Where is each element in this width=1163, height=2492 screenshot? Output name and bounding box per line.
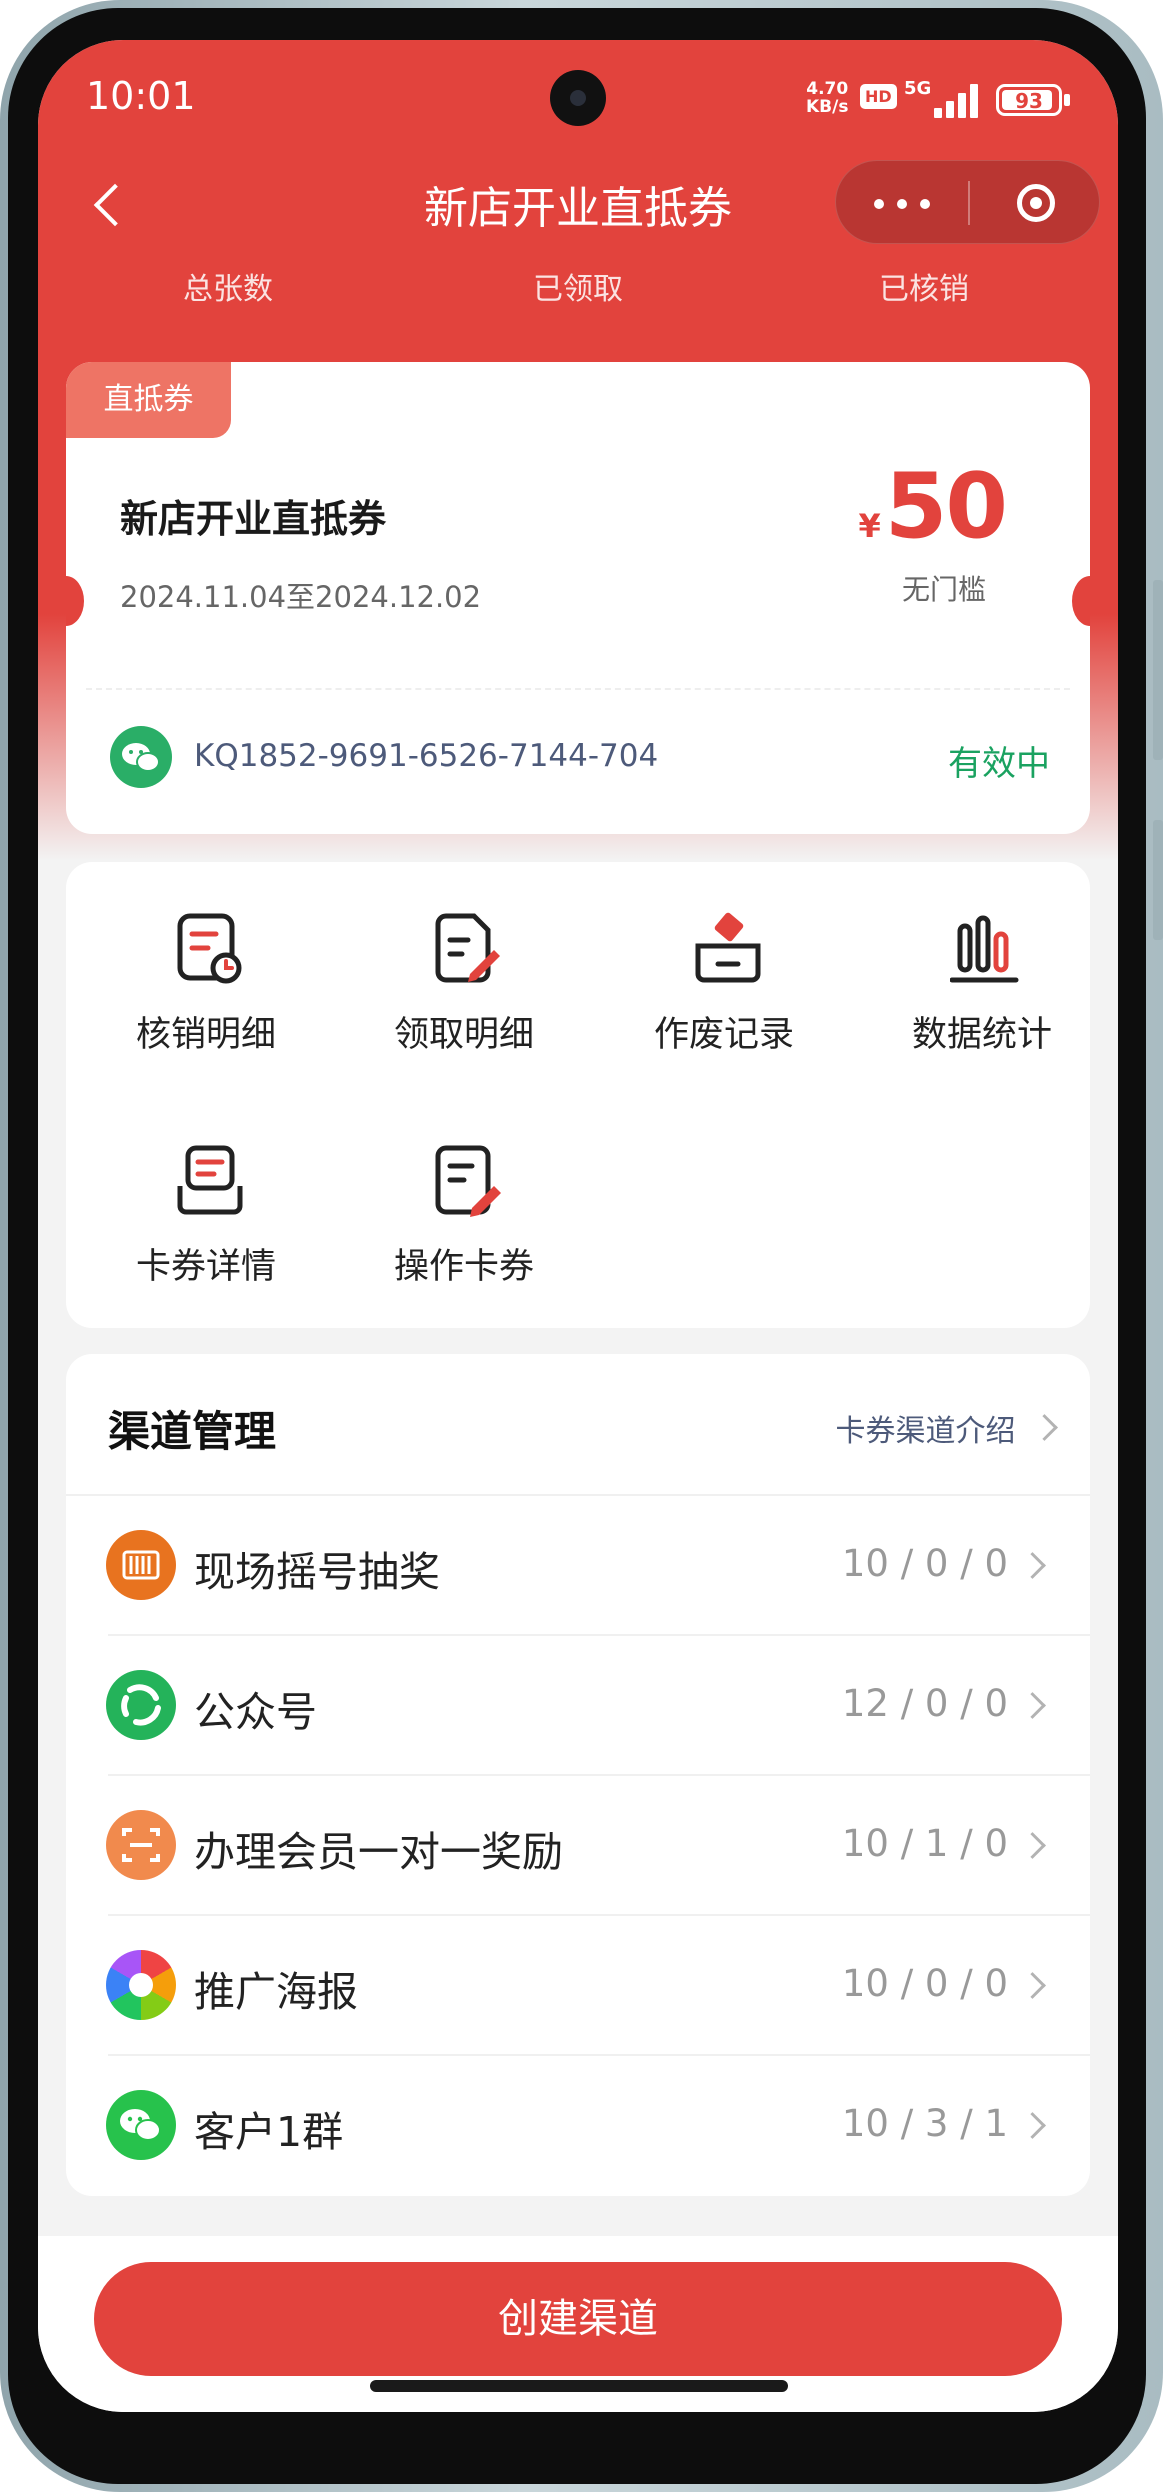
coupon-date-range: 2024.11.04至2024.12.02: [120, 580, 482, 614]
mini-program-capsule: [835, 160, 1100, 244]
channel-counts: 10 / 0 / 0: [841, 1542, 1008, 1585]
network-speed-unit: KB/s: [806, 97, 849, 117]
channel-name: 公众号: [194, 1688, 317, 1736]
screen: 10:01 4.70 KB/s HD 5G 93 新店开业直抵券 总张数 已领取…: [38, 40, 1118, 2412]
redeem-detail-icon: [177, 913, 242, 984]
channel-intro-label: 卡券渠道介绍: [835, 1414, 1016, 1449]
stat-claimed-label: 已领取: [533, 272, 623, 307]
action-label: 领取明细: [393, 1015, 534, 1055]
coupon-card: 直抵券 新店开业直抵券 2024.11.04至2024.12.02 ¥50 无门…: [66, 362, 1090, 834]
more-button[interactable]: [836, 161, 968, 245]
statistics-icon: [950, 915, 1019, 983]
chevron-right-icon: [1019, 2112, 1046, 2139]
front-camera: [550, 70, 606, 126]
action-card-detail[interactable]: 卡券详情: [86, 1142, 326, 1302]
volume-button: [1153, 580, 1163, 760]
channel-name: 推广海报: [194, 1968, 358, 2016]
network-speed: 4.70 KB/s: [806, 80, 848, 116]
claim-detail-icon: [435, 913, 500, 983]
lottery-icon: [106, 1530, 176, 1600]
coupon-currency: ¥: [858, 507, 881, 545]
coupon-separator: [86, 688, 1070, 690]
stat-total-label: 总张数: [183, 272, 273, 307]
channel-row[interactable]: 办理会员一对一奖励 10 / 1 / 0: [66, 1774, 1090, 1914]
coupon-threshold: 无门槛: [901, 573, 986, 606]
channel-counts: 10 / 3 / 1: [841, 2102, 1008, 2145]
stat-redeemed-label: 已核销: [879, 272, 969, 307]
battery-cap: [1064, 94, 1070, 106]
action-void-record[interactable]: 作废记录: [604, 910, 844, 1070]
coupon-notch-right: [1072, 576, 1090, 626]
hd-badge: HD: [860, 84, 897, 109]
channel-counts: 10 / 0 / 0: [841, 1962, 1008, 2005]
coupon-type-tag: 直抵券: [66, 362, 231, 438]
coupon-name: 新店开业直抵券: [120, 497, 387, 541]
wechat-icon: [110, 726, 172, 788]
status-bar: 10:01 4.70 KB/s HD 5G 93: [38, 40, 1118, 150]
coupon-amount: ¥50: [858, 454, 1008, 559]
coupon-code: KQ1852-9691-6526-7144-704: [194, 738, 659, 774]
home-indicator[interactable]: [370, 2380, 788, 2392]
battery-level: 93: [1015, 89, 1043, 113]
action-label: 核销明细: [135, 1015, 276, 1055]
chevron-right-icon: [1019, 1972, 1046, 1999]
channel-name: 现场摇号抽奖: [194, 1548, 440, 1596]
action-claim-detail[interactable]: 领取明细: [344, 910, 584, 1070]
coupon-value: 50: [884, 454, 1008, 559]
action-statistics[interactable]: 数据统计: [862, 910, 1102, 1070]
action-label: 作废记录: [653, 1015, 794, 1055]
member-reward-icon: [106, 1810, 176, 1880]
coupon-notch-left: [66, 576, 84, 626]
channel-row[interactable]: 客户1群 10 / 3 / 1: [66, 2054, 1090, 2194]
wechat-group-icon: [106, 2090, 176, 2160]
close-mini-program-button[interactable]: [969, 161, 1101, 245]
action-operate-card[interactable]: 操作卡券: [344, 1142, 584, 1302]
action-redeem-detail[interactable]: 核销明细: [86, 910, 326, 1070]
card-detail-icon: [177, 1145, 243, 1215]
action-label: 卡券详情: [135, 1247, 276, 1287]
battery-icon: 93: [996, 84, 1062, 116]
operate-card-icon: [435, 1145, 501, 1217]
create-channel-button[interactable]: 创建渠道: [94, 2262, 1062, 2376]
channel-row[interactable]: 公众号 12 / 0 / 0: [66, 1634, 1090, 1774]
channel-row[interactable]: 推广海报 10 / 0 / 0: [66, 1914, 1090, 2054]
channel-card: 渠道管理 卡券渠道介绍 现场摇号抽奖 10 / 0 / 0 公众号 12 / 0…: [66, 1354, 1090, 2196]
actions-card: 核销明细 领取明细 作废记录 数据统计 卡券详情 操作卡券: [66, 862, 1090, 1328]
channel-name: 客户1群: [194, 2108, 344, 2156]
action-label: 数据统计: [911, 1015, 1052, 1055]
channel-section-title: 渠道管理: [108, 1407, 277, 1456]
chevron-right-icon: [1019, 1552, 1046, 1579]
stats-row: 总张数 已领取 已核销: [38, 264, 1118, 307]
network-speed-value: 4.70: [806, 79, 849, 99]
chevron-right-icon: [1019, 1692, 1046, 1719]
channel-counts: 10 / 1 / 0: [841, 1822, 1008, 1865]
promo-poster-icon: [106, 1950, 176, 2020]
power-button: [1153, 820, 1163, 940]
signal-icon: [928, 84, 984, 118]
channel-counts: 12 / 0 / 0: [841, 1682, 1008, 1725]
void-record-icon: [695, 912, 761, 983]
channel-intro-link[interactable]: 卡券渠道介绍: [835, 1406, 1058, 1450]
channel-row[interactable]: 现场摇号抽奖 10 / 0 / 0: [66, 1494, 1090, 1634]
chevron-right-icon: [1031, 1414, 1058, 1441]
coupon-status: 有效中: [948, 744, 1050, 784]
action-label: 操作卡券: [393, 1247, 534, 1287]
target-icon: [1017, 184, 1055, 222]
channel-name: 办理会员一对一奖励: [194, 1828, 563, 1876]
status-time: 10:01: [86, 74, 196, 118]
official-account-icon: [106, 1670, 176, 1740]
chevron-right-icon: [1019, 1832, 1046, 1859]
